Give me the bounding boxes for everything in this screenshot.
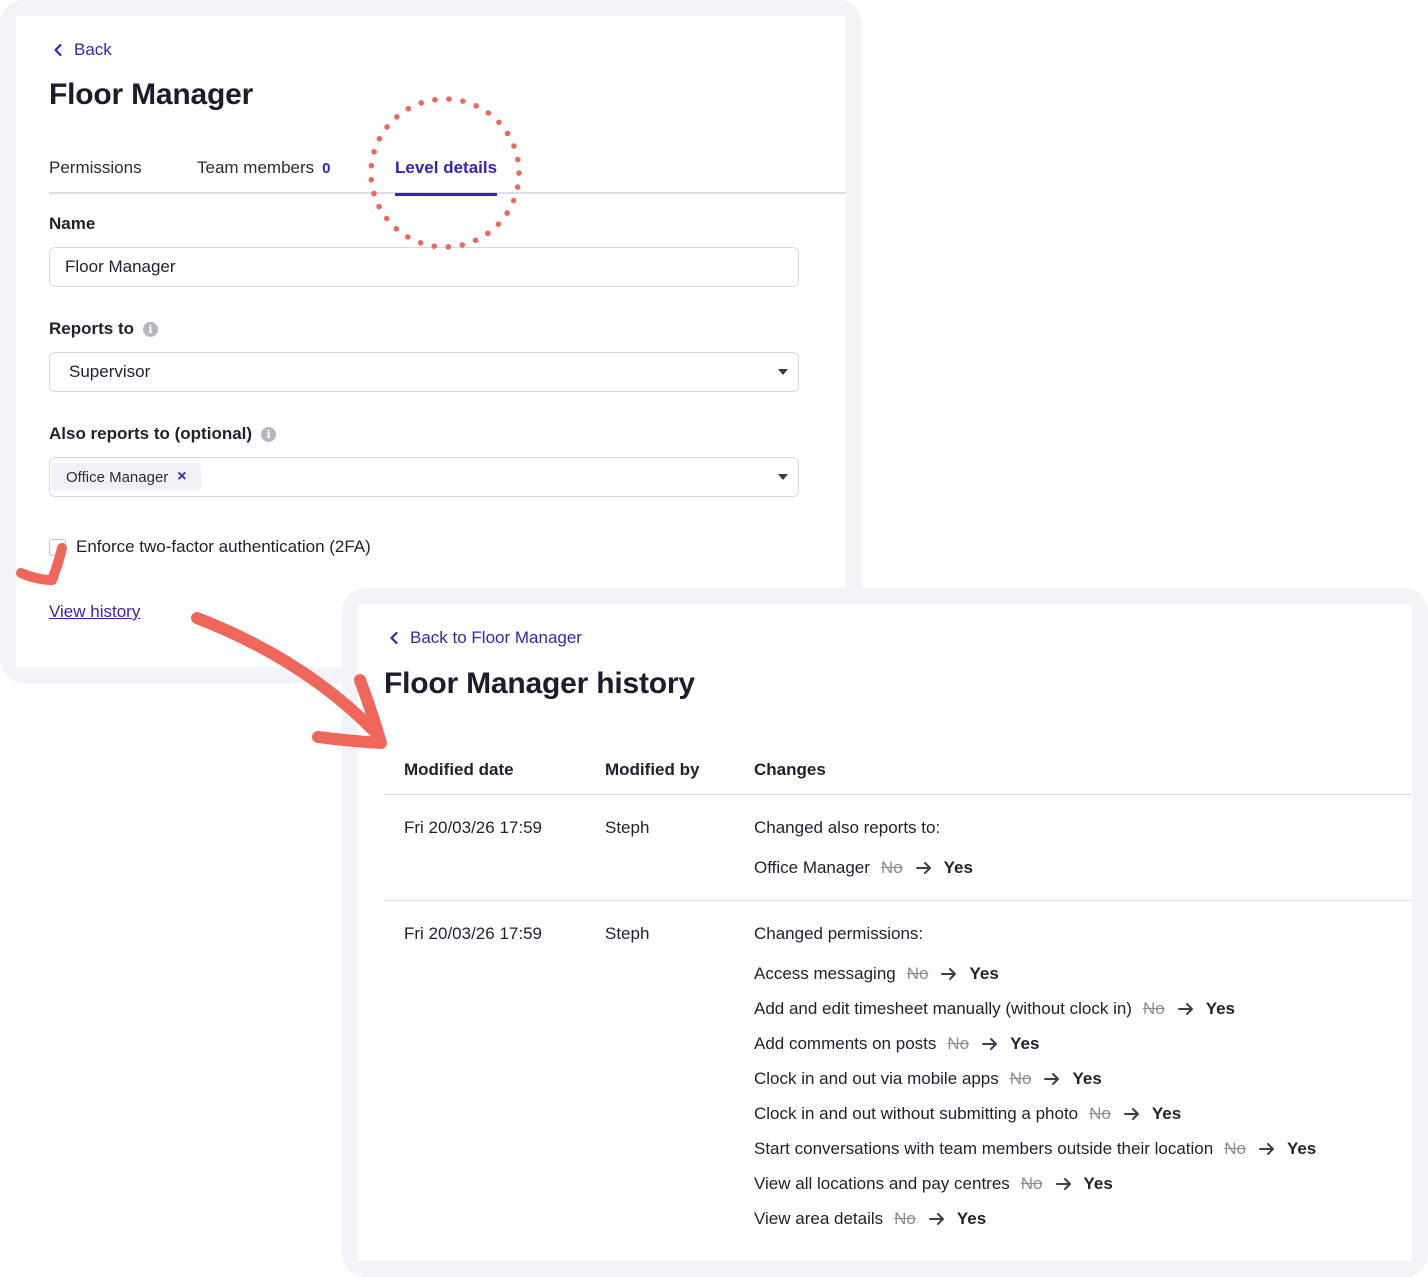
change-item: Add and edit timesheet manually (without… bbox=[754, 999, 1235, 1019]
name-label-text: Name bbox=[49, 214, 96, 233]
arrow-right-icon bbox=[1055, 1177, 1072, 1191]
change-item: Office Manager No Yes bbox=[754, 858, 973, 878]
info-icon[interactable]: i bbox=[143, 321, 158, 337]
arrow-right-icon bbox=[1044, 1072, 1060, 1086]
old-value: No bbox=[947, 1034, 970, 1053]
change-item: View area details No Yes bbox=[754, 1209, 986, 1229]
change-item-label: Access messaging bbox=[754, 964, 896, 983]
tab-level-details[interactable]: Level details bbox=[395, 158, 498, 196]
arrow-right-icon bbox=[915, 861, 932, 875]
new-value: Yes bbox=[1083, 1174, 1113, 1193]
tab-permissions[interactable]: Permissions bbox=[49, 158, 142, 194]
change-item: Add comments on posts No Yes bbox=[754, 1034, 1039, 1054]
old-value: No bbox=[906, 964, 929, 983]
old-value: No bbox=[1224, 1139, 1246, 1158]
also-reports-to-multiselect[interactable]: Office Manager × bbox=[49, 457, 799, 497]
team-members-count-badge: 0 bbox=[322, 160, 331, 177]
tab-bar: Permissions Team members 0 Level details bbox=[49, 158, 846, 196]
history-table-header: Modified date Modified by Changes bbox=[384, 749, 1412, 795]
old-value: No bbox=[1020, 1174, 1043, 1193]
tab-label: Permissions bbox=[49, 158, 142, 177]
change-item-label: View all locations and pay centres bbox=[754, 1174, 1010, 1193]
new-value: Yes bbox=[1010, 1034, 1040, 1053]
new-value: Yes bbox=[1286, 1139, 1317, 1158]
old-value: No bbox=[1089, 1104, 1111, 1123]
modified-by-cell: Steph bbox=[605, 924, 650, 943]
level-details-card: Back Floor Manager Permissions Team memb… bbox=[16, 16, 846, 667]
arrow-right-icon bbox=[1177, 1002, 1194, 1016]
new-value: Yes bbox=[1151, 1104, 1182, 1123]
page-title: Floor Manager bbox=[49, 78, 254, 111]
row-divider bbox=[384, 900, 1412, 901]
also-reports-to-label-text: Also reports to (optional) bbox=[49, 424, 253, 443]
caret-down-icon bbox=[778, 369, 788, 375]
chevron-left-icon bbox=[54, 43, 62, 57]
change-item: Start conversations with team members ou… bbox=[754, 1139, 1316, 1159]
arrow-right-icon bbox=[982, 1037, 998, 1051]
enforce-2fa-checkbox[interactable] bbox=[49, 538, 66, 556]
reports-to-label-text: Reports to bbox=[49, 319, 134, 338]
new-value: Yes bbox=[1205, 999, 1236, 1018]
change-item: Access messaging No Yes bbox=[754, 964, 999, 984]
change-item-label: Office Manager bbox=[754, 858, 870, 877]
arrow-right-icon bbox=[941, 967, 957, 981]
new-value: Yes bbox=[1072, 1069, 1102, 1088]
reports-to-label: Reports to i bbox=[49, 319, 158, 339]
new-value: Yes bbox=[956, 1209, 987, 1228]
history-card: Back to Floor Manager Floor Manager hist… bbox=[358, 604, 1412, 1261]
change-item-label: View area details bbox=[754, 1209, 884, 1228]
back-to-floor-manager-link[interactable]: Back to Floor Manager bbox=[388, 628, 582, 648]
enforce-2fa-row: Enforce two-factor authentication (2FA) bbox=[49, 537, 371, 557]
reports-to-selected-value: Supervisor bbox=[69, 362, 151, 381]
view-history-link[interactable]: View history bbox=[49, 602, 140, 622]
column-header-modified-date[interactable]: Modified date bbox=[404, 760, 514, 780]
change-item: Clock in and out via mobile apps No Yes bbox=[754, 1069, 1102, 1089]
page-title: Floor Manager history bbox=[384, 667, 695, 700]
info-icon[interactable]: i bbox=[261, 426, 277, 442]
arrow-right-icon bbox=[1123, 1107, 1140, 1121]
tab-label: Level details bbox=[395, 158, 498, 177]
column-header-modified-by[interactable]: Modified by bbox=[605, 760, 699, 780]
reports-to-select[interactable]: Supervisor bbox=[49, 352, 799, 392]
back-link-label: Back bbox=[74, 40, 112, 59]
change-heading: Changed permissions: bbox=[754, 924, 924, 943]
change-item-label: Start conversations with team members ou… bbox=[754, 1139, 1214, 1158]
remove-tag-icon[interactable]: × bbox=[177, 468, 186, 486]
old-value: No bbox=[1009, 1069, 1032, 1088]
change-item-label: Add and edit timesheet manually (without… bbox=[754, 999, 1132, 1018]
arrow-right-icon bbox=[928, 1212, 945, 1226]
name-input[interactable] bbox=[49, 247, 799, 287]
new-value: Yes bbox=[969, 964, 999, 983]
change-item-label: Clock in and out without submitting a ph… bbox=[754, 1104, 1079, 1123]
modified-date-cell: Fri 20/03/26 17:59 bbox=[404, 924, 542, 943]
new-value: Yes bbox=[943, 858, 973, 877]
caret-down-icon bbox=[778, 474, 788, 480]
modified-by-cell: Steph bbox=[605, 818, 650, 837]
name-label: Name bbox=[49, 214, 95, 234]
old-value: No bbox=[880, 858, 903, 877]
enforce-2fa-label: Enforce two-factor authentication (2FA) bbox=[76, 537, 371, 556]
change-item: View all locations and pay centres No Ye… bbox=[754, 1174, 1113, 1194]
change-item: Clock in and out without submitting a ph… bbox=[754, 1104, 1181, 1124]
chevron-left-icon bbox=[390, 631, 398, 645]
tag-label: Office Manager bbox=[66, 468, 169, 486]
change-item-label: Clock in and out via mobile apps bbox=[754, 1069, 999, 1088]
modified-date-cell: Fri 20/03/26 17:59 bbox=[404, 818, 542, 837]
selected-tag: Office Manager × bbox=[51, 463, 201, 491]
back-link[interactable]: Back bbox=[52, 40, 112, 60]
change-item-label: Add comments on posts bbox=[754, 1034, 937, 1053]
tab-team-members[interactable]: Team members 0 bbox=[197, 158, 330, 194]
tab-label: Team members bbox=[197, 158, 315, 177]
column-header-changes[interactable]: Changes bbox=[754, 760, 826, 780]
back-link-label: Back to Floor Manager bbox=[410, 628, 582, 647]
change-heading: Changed also reports to: bbox=[754, 818, 941, 837]
arrow-right-icon bbox=[1258, 1142, 1275, 1156]
old-value: No bbox=[894, 1209, 916, 1228]
also-reports-to-label: Also reports to (optional) i bbox=[49, 424, 277, 444]
old-value: No bbox=[1142, 999, 1165, 1018]
